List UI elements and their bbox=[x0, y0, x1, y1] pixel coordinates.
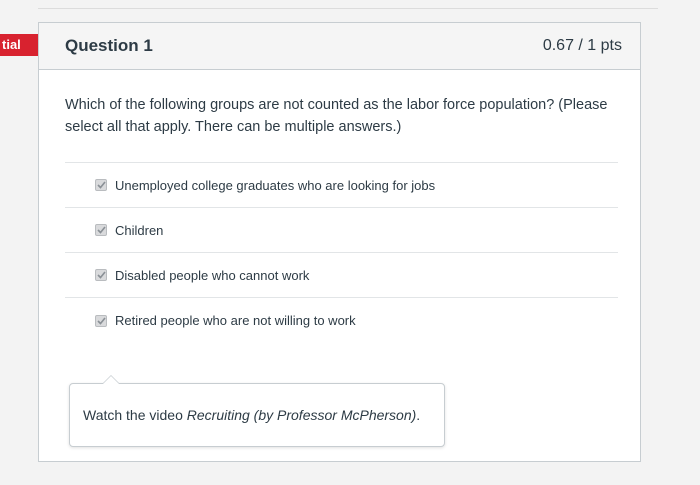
question-title: Question 1 bbox=[65, 36, 153, 55]
answer-option[interactable]: Retired people who are not willing to wo… bbox=[65, 298, 618, 343]
feedback-suffix: . bbox=[416, 407, 421, 423]
top-divider bbox=[38, 8, 658, 9]
checkbox-checked-icon[interactable] bbox=[95, 314, 107, 327]
answer-label: Retired people who are not willing to wo… bbox=[115, 313, 356, 328]
question-feedback: Watch the video Recruiting (by Professor… bbox=[69, 375, 445, 447]
answer-option[interactable]: Children bbox=[65, 208, 618, 253]
checkbox-checked-icon[interactable] bbox=[95, 269, 107, 281]
feedback-caret bbox=[102, 375, 120, 384]
answer-label: Children bbox=[115, 222, 164, 238]
feedback-prefix: Watch the video bbox=[83, 407, 187, 423]
question-card: Question 1 0.67 / 1 pts Which of the fol… bbox=[38, 22, 641, 462]
question-header: Question 1 0.67 / 1 pts bbox=[39, 23, 640, 70]
answer-list: Unemployed college graduates who are loo… bbox=[65, 162, 618, 343]
checkbox-checked-icon[interactable] bbox=[95, 224, 107, 236]
question-body: Which of the following groups are not co… bbox=[39, 70, 640, 343]
answer-option[interactable]: Unemployed college graduates who are loo… bbox=[65, 163, 618, 208]
question-text: Which of the following groups are not co… bbox=[65, 97, 608, 135]
feedback-text: Watch the video Recruiting (by Professor… bbox=[83, 407, 420, 423]
answer-label: Unemployed college graduates who are loo… bbox=[115, 177, 436, 193]
question-points: 0.67 / 1 pts bbox=[542, 37, 622, 54]
answer-option[interactable]: Disabled people who cannot work bbox=[65, 253, 618, 298]
quiz-page: tial Question 1 0.67 / 1 pts Which of th… bbox=[0, 0, 700, 485]
feedback-video-title: Recruiting (by Professor McPherson) bbox=[186, 407, 417, 423]
answer-label: Disabled people who cannot work bbox=[115, 267, 310, 283]
checkbox-checked-icon[interactable] bbox=[95, 179, 107, 191]
